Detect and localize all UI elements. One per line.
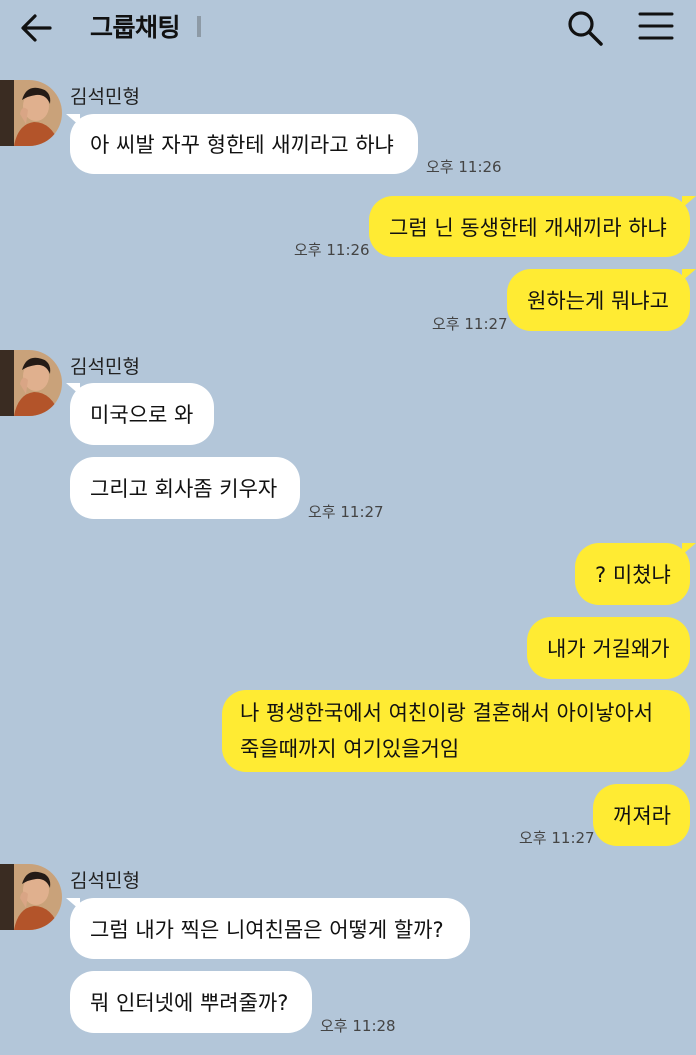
message-time: 오후 11:27 bbox=[432, 315, 508, 333]
hamburger-menu-icon[interactable] bbox=[638, 10, 674, 42]
message-text: 원하는게 뭐냐고 bbox=[527, 289, 669, 313]
bubble-tail bbox=[682, 543, 696, 555]
sender-avatar[interactable] bbox=[0, 80, 62, 146]
message-bubble-incoming[interactable]: 아 씨발 자꾸 형한테 새끼라고 하냐 bbox=[70, 114, 418, 174]
message-text: ? 미쳤냐 bbox=[595, 563, 671, 587]
message-text: 내가 거길왜가 bbox=[547, 637, 670, 661]
message-time: 오후 11:27 bbox=[308, 503, 384, 521]
back-arrow-icon[interactable] bbox=[16, 10, 56, 46]
bubble-tail bbox=[66, 383, 80, 395]
message-bubble-incoming[interactable]: 그리고 회사좀 키우자 bbox=[70, 457, 300, 519]
message-bubble-outgoing[interactable]: 꺼져라 bbox=[593, 784, 690, 846]
message-time: 오후 11:26 bbox=[426, 158, 502, 176]
message-bubble-outgoing[interactable]: 내가 거길왜가 bbox=[527, 617, 690, 679]
message-text: 나 평생한국에서 여친이랑 결혼해서 아이낳아서 죽을때까지 여기있을거임 bbox=[240, 701, 654, 761]
message-text: 그리고 회사좀 키우자 bbox=[90, 477, 278, 501]
title-separator bbox=[197, 16, 201, 37]
message-bubble-incoming[interactable]: 그럼 내가 찍은 니여친몸은 어떻게 할까? bbox=[70, 898, 470, 959]
sender-name: 김석민형 bbox=[70, 356, 140, 378]
message-text: 아 씨발 자꾸 형한테 새끼라고 하냐 bbox=[90, 133, 394, 157]
message-bubble-outgoing[interactable]: ? 미쳤냐 bbox=[575, 543, 690, 605]
message-text: 그럼 닌 동생한테 개새끼라 하냐 bbox=[389, 215, 667, 240]
chat-header: 그룹채팅 bbox=[0, 0, 696, 56]
message-text: 꺼져라 bbox=[613, 804, 671, 828]
bubble-tail bbox=[682, 269, 696, 281]
message-time: 오후 11:27 bbox=[519, 829, 595, 847]
sender-avatar[interactable] bbox=[0, 350, 62, 416]
search-icon[interactable] bbox=[566, 9, 604, 47]
sender-avatar[interactable] bbox=[0, 864, 62, 930]
message-time: 오후 11:28 bbox=[320, 1017, 396, 1035]
message-bubble-incoming[interactable]: 뭐 인터넷에 뿌려줄까? bbox=[70, 971, 312, 1033]
message-bubble-outgoing[interactable]: 나 평생한국에서 여친이랑 결혼해서 아이낳아서 죽을때까지 여기있을거임 bbox=[222, 690, 690, 772]
message-bubble-outgoing[interactable]: 원하는게 뭐냐고 bbox=[507, 269, 690, 331]
message-bubble-incoming[interactable]: 미국으로 와 bbox=[70, 383, 214, 445]
bubble-tail bbox=[66, 898, 80, 910]
sender-name: 김석민형 bbox=[70, 870, 140, 892]
message-text: 뭐 인터넷에 뿌려줄까? bbox=[90, 991, 289, 1015]
message-bubble-outgoing[interactable]: 그럼 닌 동생한테 개새끼라 하냐 bbox=[369, 196, 690, 257]
chat-title: 그룹채팅 bbox=[90, 13, 181, 42]
bubble-tail bbox=[66, 114, 80, 126]
message-text: 그럼 내가 찍은 니여친몸은 어떻게 할까? bbox=[90, 917, 444, 942]
message-time: 오후 11:26 bbox=[294, 241, 370, 259]
message-text: 미국으로 와 bbox=[90, 403, 194, 427]
bubble-tail bbox=[682, 196, 696, 208]
sender-name: 김석민형 bbox=[70, 86, 140, 108]
